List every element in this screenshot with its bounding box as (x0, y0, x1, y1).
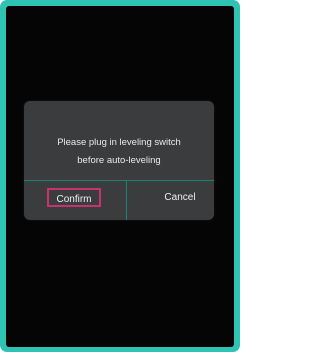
dialog-message-line-1: Please plug in leveling switch (57, 137, 181, 148)
leveling-switch-dialog: Please plug in leveling switch before au… (24, 101, 214, 220)
touch-screen: Please plug in leveling switch before au… (6, 6, 234, 347)
dialog-button-divider (126, 181, 127, 220)
confirm-button[interactable]: Confirm (47, 188, 101, 207)
dialog-message: Please plug in leveling switch before au… (24, 134, 214, 170)
dialog-message-line-2: before auto-leveling (77, 155, 161, 166)
dialog-horizontal-divider (24, 180, 214, 181)
device-frame: Please plug in leveling switch before au… (0, 0, 240, 352)
cancel-button[interactable]: Cancel (156, 188, 204, 207)
